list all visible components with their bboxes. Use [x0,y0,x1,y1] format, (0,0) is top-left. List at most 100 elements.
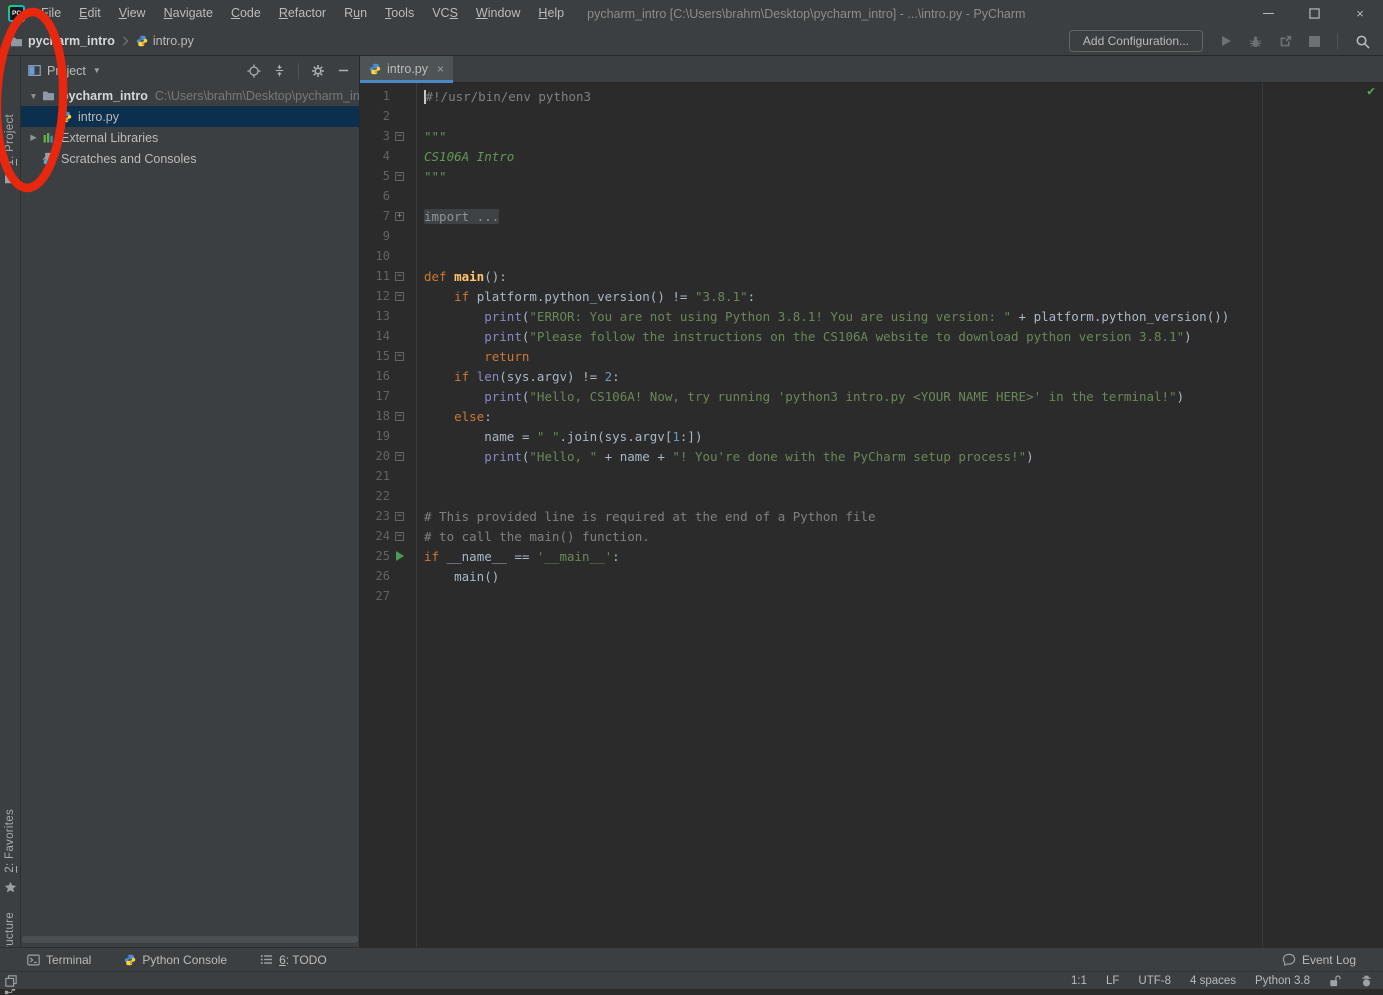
status-indent-style[interactable]: 4 spaces [1190,975,1236,987]
fold-marker-icon[interactable]: − [395,532,404,541]
line-number: 25 [360,549,390,563]
tool-strip-2-favorites[interactable]: 2: Favorites [0,809,20,894]
code-line-3[interactable]: 3−""" [360,126,1383,146]
code-line-9[interactable]: 9 [360,226,1383,246]
search-everywhere-icon[interactable] [1355,34,1370,49]
run-line-icon[interactable] [396,551,404,561]
window-title: pycharm_intro [C:\Users\brahm\Desktop\py… [587,7,1025,21]
horizontal-scrollbar[interactable] [22,936,358,943]
hide-panel-icon[interactable] [337,64,350,77]
code-line-6[interactable]: 6 [360,186,1383,206]
fold-marker-icon[interactable]: − [395,512,404,521]
line-number: 5 [360,169,390,183]
code-line-14[interactable]: 14 print("Please follow the instructions… [360,326,1383,346]
star-icon [4,881,17,894]
code-line-22[interactable]: 22 [360,486,1383,506]
hector-inspections-icon[interactable] [1360,975,1373,987]
debug-icon[interactable] [1249,35,1262,48]
close-button[interactable]: × [1337,0,1383,27]
code-line-24[interactable]: 24−# to call the main() function. [360,526,1383,546]
locate-file-icon[interactable] [247,64,261,78]
add-configuration-button[interactable]: Add Configuration... [1069,30,1203,52]
tree-item-intro-py[interactable]: intro.py [21,106,359,127]
code-line-16[interactable]: 16 if len(sys.argv) != 2: [360,366,1383,386]
pycharm-logo-icon[interactable]: PC [8,5,25,22]
code-line-10[interactable]: 10 [360,246,1383,266]
breadcrumb-pycharm-intro[interactable]: pycharm_intro [10,34,115,48]
run-with-coverage-icon[interactable] [1279,35,1292,48]
unfold-marker-icon[interactable]: + [395,212,404,221]
line-number: 3 [360,129,390,143]
gutter: − [390,526,409,546]
menu-help[interactable]: Help [529,0,573,27]
event-log-button[interactable]: Event Log [1282,953,1383,967]
code-line-5[interactable]: 5−""" [360,166,1383,186]
code-line-27[interactable]: 27 [360,586,1383,606]
status-caret-position[interactable]: 1:1 [1071,975,1087,987]
chevron-expanded-icon[interactable]: ▼ [25,91,42,101]
chevron-collapsed-icon[interactable]: ▶ [25,132,42,143]
status-python-interpreter[interactable]: Python 3.8 [1255,975,1310,987]
code-line-19[interactable]: 19 name = " ".join(sys.argv[1:]) [360,426,1383,446]
tool-window-buttons: Terminal Python Console 6: TODO [27,953,360,967]
code-line-17[interactable]: 17 print("Hello, CS106A! Now, try runnin… [360,386,1383,406]
tree-item-scratches-and-consoles[interactable]: Scratches and Consoles [21,148,359,169]
maximize-button[interactable] [1291,0,1337,27]
menu-run[interactable]: Run [335,0,376,27]
menu-edit[interactable]: Edit [70,0,110,27]
code-line-18[interactable]: 18− else: [360,406,1383,426]
collapse-all-icon[interactable] [273,64,286,77]
code-line-1[interactable]: 1#!/usr/bin/env python3 [360,86,1383,106]
fold-marker-icon[interactable]: − [395,172,404,181]
code-line-2[interactable]: 2 [360,106,1383,126]
code-line-26[interactable]: 26 main() [360,566,1383,586]
breadcrumb-intro-py[interactable]: intro.py [136,34,194,48]
tool-strip-1-project[interactable]: 1: Project [0,114,20,184]
menu-file[interactable]: File [32,0,70,27]
tool-window-terminal[interactable]: Terminal [27,953,91,967]
minimize-button[interactable] [1245,0,1291,27]
code-line-25[interactable]: 25if __name__ == '__main__': [360,546,1383,566]
fold-marker-icon[interactable]: − [395,452,404,461]
settings-gear-icon[interactable] [311,64,325,78]
editor-area: intro.py × ✔ 1#!/usr/bin/env python323−"… [360,56,1383,947]
menu-tools[interactable]: Tools [376,0,423,27]
menu-code[interactable]: Code [222,0,270,27]
code-line-21[interactable]: 21 [360,466,1383,486]
gutter [390,386,409,406]
lock-open-icon[interactable] [1329,975,1341,987]
python-icon [124,954,136,966]
status-line-separator[interactable]: LF [1106,975,1119,987]
menu-vcs[interactable]: VCS [423,0,467,27]
chevron-down-icon[interactable]: ▼ [93,66,101,75]
menu-view[interactable]: View [110,0,155,27]
run-icon[interactable] [1220,35,1232,47]
fold-marker-icon[interactable]: − [395,132,404,141]
code-line-7[interactable]: 7+import ... [360,206,1383,226]
code-editor[interactable]: ✔ 1#!/usr/bin/env python323−"""4CS106A I… [360,83,1383,947]
stop-icon[interactable] [1309,36,1320,47]
tab-intro-py[interactable]: intro.py × [360,56,453,82]
fold-marker-icon[interactable]: − [395,352,404,361]
menu-navigate[interactable]: Navigate [155,0,222,27]
code-line-12[interactable]: 12− if platform.python_version() != "3.8… [360,286,1383,306]
menu-window[interactable]: Window [467,0,529,27]
tree-item-external-libraries[interactable]: ▶External Libraries [21,127,359,148]
code-line-20[interactable]: 20− print("Hello, " + name + "! You're d… [360,446,1383,466]
close-tab-icon[interactable]: × [437,62,444,76]
code-line-23[interactable]: 23−# This provided line is required at t… [360,506,1383,526]
status-file-encoding[interactable]: UTF-8 [1138,975,1171,987]
code-line-11[interactable]: 11−def main(): [360,266,1383,286]
fold-marker-icon[interactable]: − [395,412,404,421]
restore-window-icon[interactable] [5,975,17,987]
tree-item-pycharm-intro[interactable]: ▼pycharm_introC:\Users\brahm\Desktop\pyc… [21,85,359,106]
code-line-15[interactable]: 15− return [360,346,1383,366]
code-line-13[interactable]: 13 print("ERROR: You are not using Pytho… [360,306,1383,326]
fold-marker-icon[interactable]: − [395,272,404,281]
code-line-4[interactable]: 4CS106A Intro [360,146,1383,166]
tool-window-python-console[interactable]: Python Console [124,953,227,967]
tool-window-6-todo[interactable]: 6: TODO [260,953,327,967]
menu-refactor[interactable]: Refactor [270,0,335,27]
fold-marker-icon[interactable]: − [395,292,404,301]
project-panel-title[interactable]: Project [47,64,86,78]
